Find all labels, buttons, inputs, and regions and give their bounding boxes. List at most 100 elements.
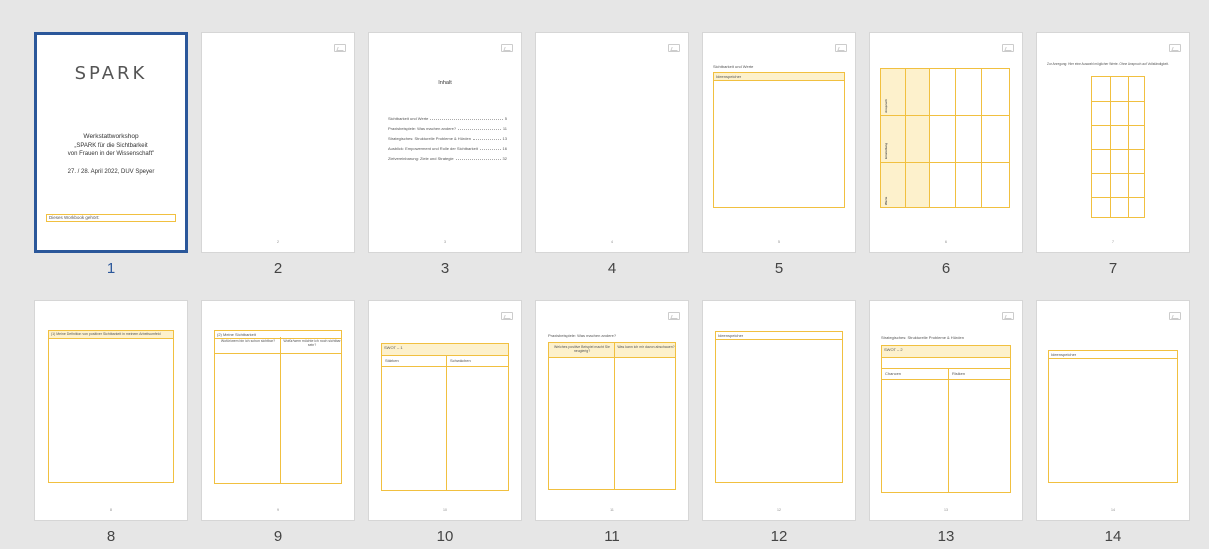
page-preview[interactable]: SWOT – 1 Stärken Schwächen 10 bbox=[368, 300, 522, 521]
image-placeholder-icon bbox=[668, 44, 680, 52]
box-header: SWOT – 2 bbox=[882, 346, 1010, 358]
image-placeholder-icon bbox=[1169, 44, 1181, 52]
table-divider bbox=[1092, 125, 1144, 126]
page-heading: Sichtbarkeit und Werte bbox=[713, 64, 754, 69]
definition-box: (1) Meine Definition von positiver Sicht… bbox=[48, 330, 174, 483]
cover-title: Werkstattworkshop bbox=[83, 133, 139, 140]
visibility-table: (2) Meine Sichtbarkeit Wofür/wem bin ich… bbox=[214, 330, 342, 484]
table-divider bbox=[280, 337, 281, 483]
table-divider bbox=[1128, 77, 1129, 217]
ideas-box: Ideenspeicher bbox=[1048, 350, 1178, 483]
page-label: 12 bbox=[770, 528, 788, 545]
table-divider bbox=[955, 69, 956, 207]
table-divider bbox=[948, 368, 949, 492]
page-number: 8 bbox=[110, 508, 112, 512]
page-preview[interactable]: Praxisbeispiele: Was machen andere? Welc… bbox=[535, 300, 689, 521]
page-number: 5 bbox=[778, 240, 780, 244]
page-preview[interactable]: Zur Anregung: Hier eine Auswahl mögliche… bbox=[1036, 32, 1190, 253]
values-table: Anspruch Einstellung Werte bbox=[880, 68, 1010, 208]
image-placeholder-icon bbox=[334, 44, 346, 52]
toc-entry: Sichtbarkeit und Werte 5 bbox=[388, 116, 507, 121]
page-preview[interactable]: Sichtbarkeit und Werte Ideenspeicher 5 bbox=[702, 32, 856, 253]
column-header: Wofür/wem bin ich schon sichtbar? bbox=[220, 339, 276, 343]
table-divider bbox=[905, 69, 906, 207]
page-heading: Praxisbeispiele: Was machen andere? bbox=[548, 333, 617, 338]
page-heading: Zur Anregung: Hier eine Auswahl mögliche… bbox=[1047, 62, 1169, 66]
examples-table: Welches positive Beispiel macht Sie neug… bbox=[548, 342, 676, 490]
page-number: 9 bbox=[277, 508, 279, 512]
owner-field: Dieses Workbook gehört: bbox=[46, 214, 176, 222]
table-divider bbox=[881, 115, 1009, 116]
page-number: 13 bbox=[944, 508, 948, 512]
page-number: 14 bbox=[1111, 508, 1115, 512]
table-header-row bbox=[382, 356, 508, 367]
table-divider bbox=[929, 69, 930, 207]
swot-table: SWOT – 2 Chancen Risiken bbox=[881, 345, 1011, 493]
image-placeholder-icon bbox=[835, 44, 847, 52]
column-header: Schwächen bbox=[450, 358, 471, 363]
page-label: 14 bbox=[1104, 528, 1122, 545]
values-grid bbox=[1091, 76, 1145, 218]
column-header: Chancen bbox=[885, 371, 902, 376]
table-divider bbox=[1092, 173, 1144, 174]
column-header: Risiken bbox=[952, 371, 966, 376]
swot-table: SWOT – 1 Stärken Schwächen bbox=[381, 343, 509, 491]
table-divider bbox=[1092, 101, 1144, 102]
image-placeholder-icon bbox=[668, 312, 680, 320]
page-preview[interactable]: (2) Meine Sichtbarkeit Wofür/wem bin ich… bbox=[201, 300, 355, 521]
page-label: 7 bbox=[1108, 260, 1118, 277]
column-header: Welches positive Beispiel macht Sie neug… bbox=[554, 345, 610, 353]
ideas-box: Ideenspeicher bbox=[715, 331, 843, 483]
page-number: 11 bbox=[610, 508, 614, 512]
page-label: 9 bbox=[273, 528, 283, 545]
page-label: 6 bbox=[941, 260, 951, 277]
column-header: Stärken bbox=[385, 358, 399, 363]
page-preview[interactable]: Ideenspeicher 14 bbox=[1036, 300, 1190, 521]
toc-heading: Inhalt bbox=[438, 80, 452, 86]
toc-entry: Zielvereinbarung: Ziele und Strategie 32 bbox=[388, 156, 507, 161]
page-label: 5 bbox=[774, 260, 784, 277]
table-divider bbox=[881, 162, 1009, 163]
page-label: 11 bbox=[604, 528, 620, 545]
ideas-box: Ideenspeicher bbox=[713, 72, 845, 208]
box-header: Ideenspeicher bbox=[716, 332, 842, 340]
cover-date: 27. / 28. April 2022, DUV Speyer bbox=[67, 169, 155, 175]
page-preview[interactable]: Strategisches: Strukturelle Probleme & H… bbox=[869, 300, 1023, 521]
image-placeholder-icon bbox=[1002, 312, 1014, 320]
page-heading: Strategisches: Strukturelle Probleme & H… bbox=[881, 335, 964, 340]
table-divider bbox=[446, 356, 447, 490]
page-preview[interactable]: Anspruch Einstellung Werte 6 bbox=[869, 32, 1023, 253]
image-placeholder-icon bbox=[501, 44, 513, 52]
page-preview[interactable]: Inhalt Sichtbarkeit und Werte 5 Praxisbei… bbox=[368, 32, 522, 253]
table-header-row bbox=[882, 368, 1010, 380]
spark-logo: SPARK bbox=[74, 63, 148, 84]
page-number: 4 bbox=[611, 240, 613, 244]
column-header: Was kann ich mir davon abschauen? bbox=[617, 345, 675, 349]
page-label: 1 bbox=[106, 260, 116, 277]
page-preview[interactable]: 2 bbox=[201, 32, 355, 253]
toc-entry: Strategisches: Strukturelle Probleme & H… bbox=[388, 136, 507, 141]
box-header: SWOT – 1 bbox=[382, 344, 508, 356]
row-label: Einstellung bbox=[884, 142, 888, 159]
page-preview[interactable]: 4 bbox=[535, 32, 689, 253]
cover-subtitle-1: „SPARK für die Sichtbarkeit bbox=[74, 143, 148, 149]
page-number: 7 bbox=[1112, 240, 1114, 244]
box-header: Ideenspeicher bbox=[714, 73, 844, 81]
column-header: Wofür/wem möchte ich noch sichtbar sein? bbox=[283, 339, 341, 347]
page-label: 2 bbox=[273, 260, 283, 277]
table-divider bbox=[1092, 149, 1144, 150]
image-placeholder-icon bbox=[501, 312, 513, 320]
box-header: (1) Meine Definition von positiver Sicht… bbox=[49, 331, 173, 339]
page-label: 4 bbox=[607, 260, 617, 277]
page-preview[interactable]: (1) Meine Definition von positiver Sicht… bbox=[34, 300, 188, 521]
table-divider bbox=[614, 343, 615, 489]
page-number: 10 bbox=[443, 508, 447, 512]
page-preview[interactable]: Ideenspeicher 12 bbox=[702, 300, 856, 521]
page-label: 10 bbox=[436, 528, 454, 545]
page-number: 2 bbox=[277, 240, 279, 244]
image-placeholder-icon bbox=[1002, 44, 1014, 52]
page-preview[interactable]: SPARK Werkstattworkshop „SPARK für die S… bbox=[34, 32, 188, 253]
image-placeholder-icon bbox=[1169, 312, 1181, 320]
table-divider bbox=[1110, 77, 1111, 217]
toc-entry: Ausblick: Empowerment und Rolle der Sich… bbox=[388, 146, 507, 151]
